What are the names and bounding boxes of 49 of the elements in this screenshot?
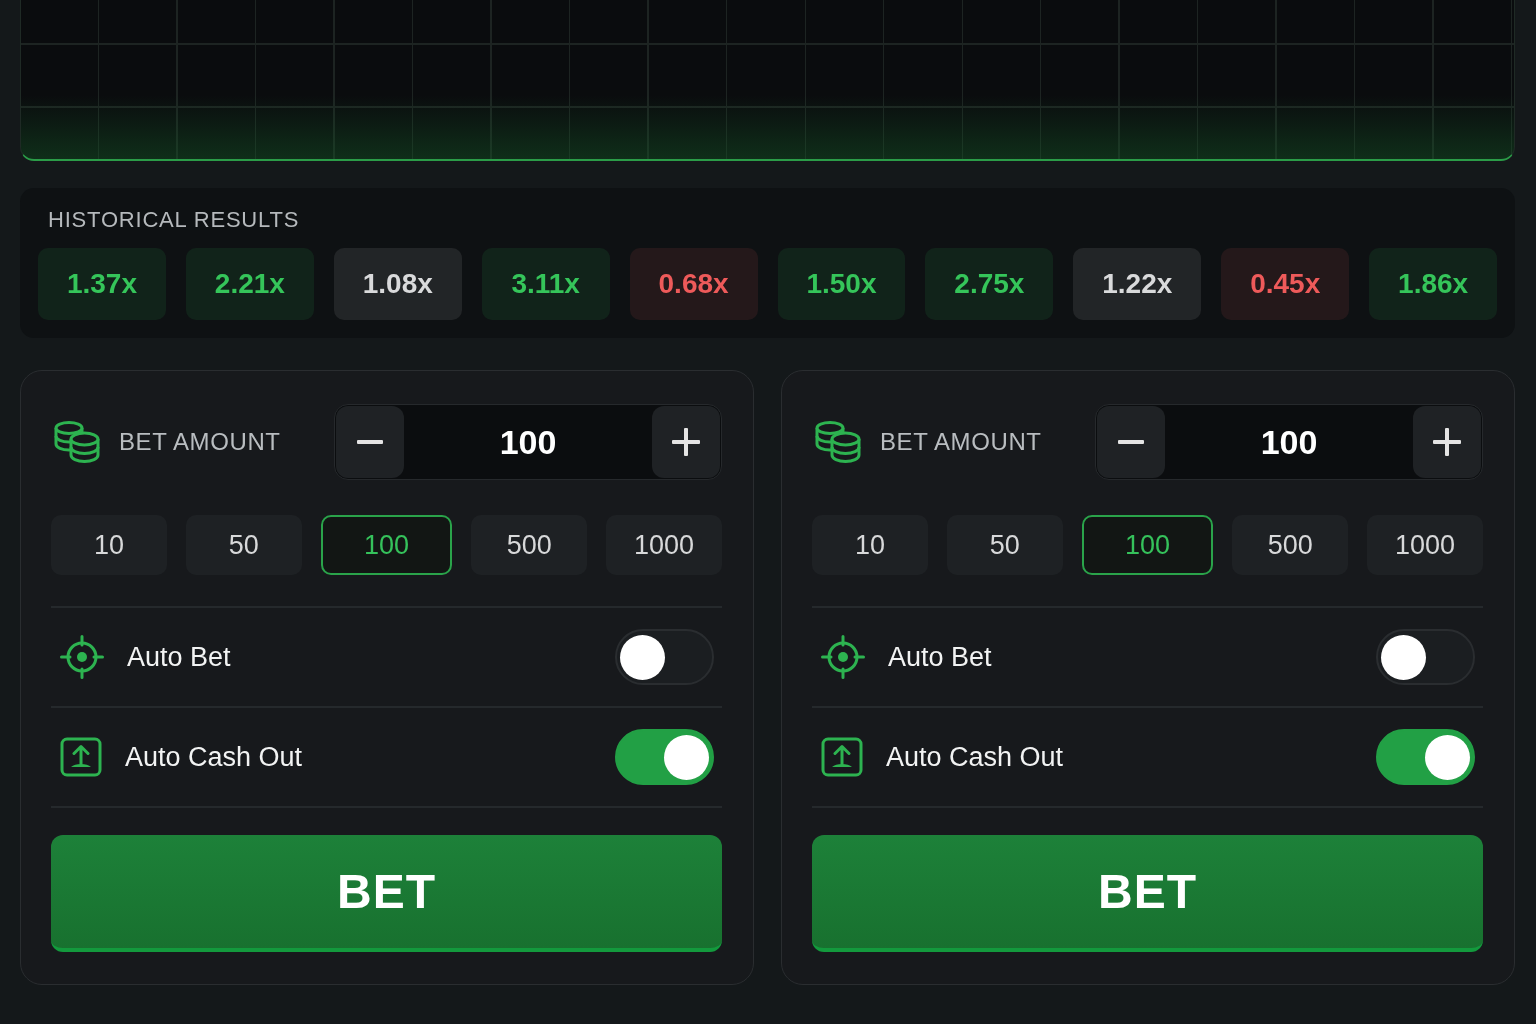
plus-icon [1433, 428, 1461, 456]
multiplier-chip: 1.37x [38, 248, 166, 320]
multiplier-chip: 0.45x [1221, 248, 1350, 320]
option-label: Auto Bet [127, 641, 231, 673]
bet-button[interactable]: BET [812, 835, 1483, 952]
multiplier-chip: 3.11x [481, 248, 610, 320]
option-label: Auto Bet [888, 641, 992, 673]
decrease-button[interactable] [1097, 406, 1165, 478]
target-icon [821, 635, 865, 679]
multiplier-chip: 1.22x [1073, 248, 1202, 320]
increase-button[interactable] [1413, 406, 1481, 478]
bet-button[interactable]: BET [51, 835, 722, 952]
preset-amount-button[interactable]: 1000 [1367, 515, 1484, 575]
toggle-switch[interactable] [615, 629, 714, 685]
toggle-switch[interactable] [1376, 629, 1475, 685]
multiplier-chip: 1.08x [333, 248, 462, 320]
multiplier-chip: 0.68x [629, 248, 758, 320]
option-label: Auto Cash Out [125, 741, 303, 773]
option-label: Auto Cash Out [886, 741, 1064, 773]
preset-amount-button[interactable]: 100 [1081, 515, 1214, 575]
preset-amount-button[interactable]: 500 [471, 515, 588, 575]
section-title: HISTORICAL RESULTS [48, 206, 300, 234]
multiplier-chip: 1.50x [777, 248, 906, 320]
preset-amount-button[interactable]: 50 [185, 515, 302, 575]
preset-amount-button[interactable]: 500 [1232, 515, 1349, 575]
coin-stack-icon [814, 420, 862, 464]
preset-amount-button[interactable]: 10 [812, 515, 928, 575]
amount-field[interactable]: 100 [404, 406, 652, 478]
target-icon [60, 635, 104, 679]
increase-button[interactable] [652, 406, 720, 478]
preset-amount-button[interactable]: 1000 [606, 515, 723, 575]
preset-amount-button[interactable]: 50 [946, 515, 1063, 575]
preset-amount-button[interactable]: 100 [320, 515, 453, 575]
upload-icon [60, 737, 102, 777]
minus-icon [357, 440, 383, 444]
bet-amount-label: BET AMOUNT [119, 428, 281, 456]
bet-amount-label: BET AMOUNT [880, 428, 1042, 456]
upload-icon [821, 737, 863, 777]
toggle-switch[interactable] [615, 729, 714, 785]
toggle-switch[interactable] [1376, 729, 1475, 785]
multiplier-chip: 2.75x [925, 248, 1054, 320]
plus-icon [672, 428, 700, 456]
coin-stack-icon [53, 420, 101, 464]
multiplier-chip: 1.86x [1369, 248, 1498, 320]
minus-icon [1118, 440, 1144, 444]
preset-amount-button[interactable]: 10 [51, 515, 167, 575]
multiplier-chip: 2.21x [185, 248, 314, 320]
decrease-button[interactable] [336, 406, 404, 478]
amount-field[interactable]: 100 [1165, 406, 1413, 478]
